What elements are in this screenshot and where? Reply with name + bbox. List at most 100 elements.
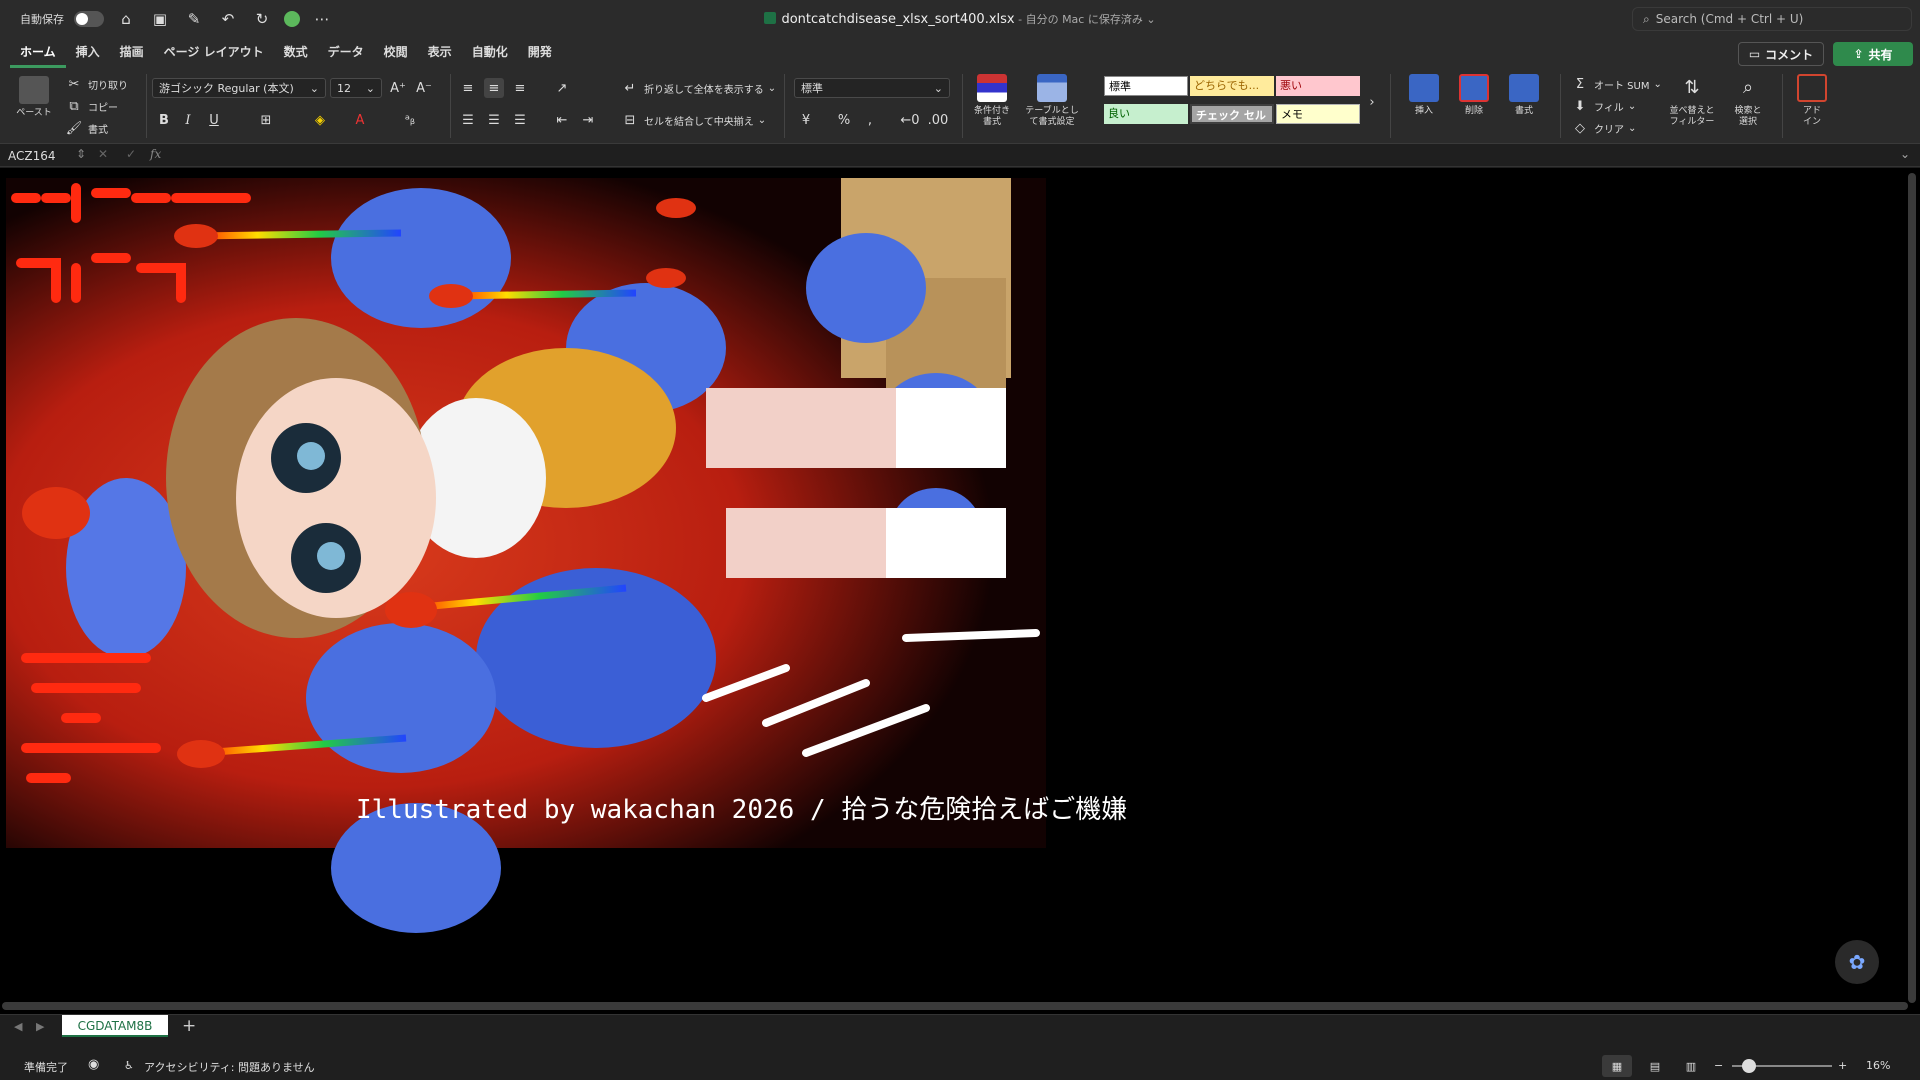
save-icon[interactable]: ▣ <box>148 7 172 31</box>
zoom-level[interactable]: 16% <box>1866 1059 1890 1072</box>
zoom-in-icon[interactable]: + <box>1838 1059 1847 1072</box>
redo-icon[interactable]: ↻ <box>250 7 274 31</box>
macro-record-icon[interactable]: ◉ <box>88 1057 99 1072</box>
italic-button[interactable]: I <box>178 110 198 130</box>
copy-button[interactable]: ⧉ コピー <box>64 96 118 116</box>
align-bottom-icon[interactable]: ≡ <box>510 78 530 98</box>
insert-cells-button[interactable]: 挿入 <box>1398 74 1450 117</box>
normal-view-icon[interactable]: ▦ <box>1602 1055 1632 1077</box>
tab-home[interactable]: ホーム <box>10 38 66 68</box>
text-effects-icon[interactable]: ᵃᵦ <box>400 110 420 130</box>
tab-automate[interactable]: 自動化 <box>462 38 518 68</box>
font-size-select[interactable]: 12 ⌄ <box>330 78 382 98</box>
confirm-icon[interactable]: ✓ <box>126 147 136 161</box>
decrease-font-icon[interactable]: A⁻ <box>414 78 434 98</box>
autosum-button[interactable]: Σ オート SUM ⌄ <box>1570 74 1662 94</box>
style-normal[interactable]: 標準 <box>1104 76 1188 96</box>
delete-cells-icon <box>1459 74 1489 102</box>
zoom-slider-handle[interactable] <box>1742 1059 1756 1073</box>
font-color-icon[interactable]: A <box>350 110 370 130</box>
tab-developer[interactable]: 開発 <box>518 38 562 68</box>
clear-button[interactable]: ◇ クリア ⌄ <box>1570 118 1636 138</box>
comma-icon[interactable]: , <box>860 110 880 130</box>
align-middle-icon[interactable]: ≡ <box>484 78 504 98</box>
orientation-icon[interactable]: ↗ <box>552 78 572 98</box>
style-note[interactable]: メモ <box>1276 104 1360 124</box>
merge-center-button[interactable]: ⊟ セルを結合して中央揃え ⌄ <box>620 110 767 130</box>
accessibility-status[interactable]: アクセシビリティ: 問題ありません <box>144 1059 315 1075</box>
underline-button[interactable]: U <box>204 110 224 130</box>
format-cells-button[interactable]: 書式 <box>1498 74 1550 117</box>
tab-data[interactable]: データ <box>318 38 374 68</box>
undo-icon[interactable]: ↶ <box>216 7 240 31</box>
save-as-icon[interactable]: ✎ <box>182 7 206 31</box>
search-input[interactable]: ⌕ Search (Cmd + Ctrl + U) <box>1632 7 1912 31</box>
align-top-icon[interactable]: ≡ <box>458 78 478 98</box>
comment-button[interactable]: ▭ コメント <box>1738 42 1824 66</box>
tab-formulas[interactable]: 数式 <box>274 38 318 68</box>
increase-font-icon[interactable]: A⁺ <box>388 78 408 98</box>
borders-icon[interactable]: ⊞ <box>256 110 276 130</box>
style-neutral[interactable]: どちらでも... <box>1190 76 1274 96</box>
conditional-format-button[interactable]: 条件付き 書式 <box>966 74 1018 128</box>
font-name-select[interactable]: 游ゴシック Regular (本文) ⌄ <box>152 78 326 98</box>
delete-cells-button[interactable]: 削除 <box>1448 74 1500 117</box>
vertical-scrollbar[interactable] <box>1908 173 1916 1003</box>
sort-filter-button[interactable]: ⇅ 並べ替えと フィルター <box>1666 74 1718 128</box>
accessibility-icon[interactable]: ♿ <box>124 1059 134 1072</box>
tab-insert[interactable]: 挿入 <box>66 38 110 68</box>
function-icon[interactable]: fx <box>150 147 161 161</box>
tab-draw[interactable]: 描画 <box>110 38 154 68</box>
name-box[interactable]: ACZ164 <box>8 147 78 165</box>
number-format-select[interactable]: 標準 ⌄ <box>794 78 950 98</box>
tab-page-layout[interactable]: ページ レイアウト <box>154 38 274 68</box>
cut-button[interactable]: ✂ 切り取り <box>64 74 128 94</box>
more-icon[interactable]: ⋯ <box>310 7 334 31</box>
decrease-decimal-icon[interactable]: .00 <box>928 110 949 130</box>
align-left-icon[interactable]: ☰ <box>458 110 478 130</box>
addins-button[interactable]: アド イン <box>1786 74 1838 128</box>
horizontal-scrollbar[interactable] <box>2 1002 1908 1010</box>
fill-button[interactable]: ⬇ フィル ⌄ <box>1570 96 1637 116</box>
tab-view[interactable]: 表示 <box>418 38 462 68</box>
sheet-prev-icon[interactable]: ◀ <box>14 1020 22 1033</box>
sheet-tab-active[interactable]: CGDATAM8B <box>62 1015 168 1037</box>
currency-icon[interactable]: ¥ <box>796 110 816 130</box>
increase-indent-icon[interactable]: ⇥ <box>578 110 598 130</box>
align-center-icon[interactable]: ☰ <box>484 110 504 130</box>
worksheet-grid[interactable]: Illustrated by wakachan 2026 / 拾うな危険拾えばご… <box>0 168 1920 1014</box>
zoom-out-icon[interactable]: − <box>1714 1059 1723 1072</box>
scissors-icon: ✂ <box>68 76 80 92</box>
find-select-button[interactable]: ⌕ 検索と 選択 <box>1722 74 1774 128</box>
cancel-icon[interactable]: ✕ <box>98 147 108 161</box>
share-button[interactable]: ⇪ 共有 <box>1833 42 1913 66</box>
format-painter-button[interactable]: 🖌 書式 <box>64 118 108 138</box>
percent-button[interactable]: % <box>834 110 854 130</box>
decrease-indent-icon[interactable]: ⇤ <box>552 110 572 130</box>
add-sheet-icon[interactable]: + <box>182 1016 196 1036</box>
style-bad[interactable]: 悪い <box>1276 76 1360 96</box>
wrap-text-label: 折り返して全体を表示する <box>644 84 764 96</box>
fill-color-icon[interactable]: ◈ <box>310 110 330 130</box>
table-format-button[interactable]: テーブルとして書式設定 <box>1024 74 1080 128</box>
page-layout-view-icon[interactable]: ▤ <box>1640 1055 1670 1077</box>
bold-button[interactable]: B <box>154 110 174 130</box>
paste-button[interactable]: ペースト <box>8 76 60 119</box>
home-icon[interactable]: ⌂ <box>114 7 138 31</box>
style-check-cell[interactable]: チェック セル <box>1190 104 1274 124</box>
expand-formula-icon[interactable]: ⌄ <box>1900 147 1910 161</box>
copilot-button[interactable]: ✿ <box>1835 940 1879 984</box>
align-right-icon[interactable]: ☰ <box>510 110 530 130</box>
tab-review[interactable]: 校閲 <box>374 38 418 68</box>
name-box-stepper-icon[interactable]: ⇕ <box>76 147 86 161</box>
status-bar: 準備完了 ◉ ♿ アクセシビリティ: 問題ありません ▦ ▤ ▥ − + 16% <box>0 1052 1920 1080</box>
style-good[interactable]: 良い <box>1104 104 1188 124</box>
page-break-view-icon[interactable]: ▥ <box>1676 1055 1706 1077</box>
sheet-next-icon[interactable]: ▶ <box>36 1020 44 1033</box>
styles-more-icon[interactable]: › <box>1362 92 1382 112</box>
chevron-down-icon: ⌄ <box>1627 100 1637 112</box>
autosave-toggle[interactable] <box>74 11 104 27</box>
filename: dontcatchdisease_xlsx_sort400.xlsx <box>781 12 1015 27</box>
wrap-text-button[interactable]: ↵ 折り返して全体を表示する ⌄ <box>620 78 777 98</box>
increase-decimal-icon[interactable]: ←0 <box>900 110 920 130</box>
